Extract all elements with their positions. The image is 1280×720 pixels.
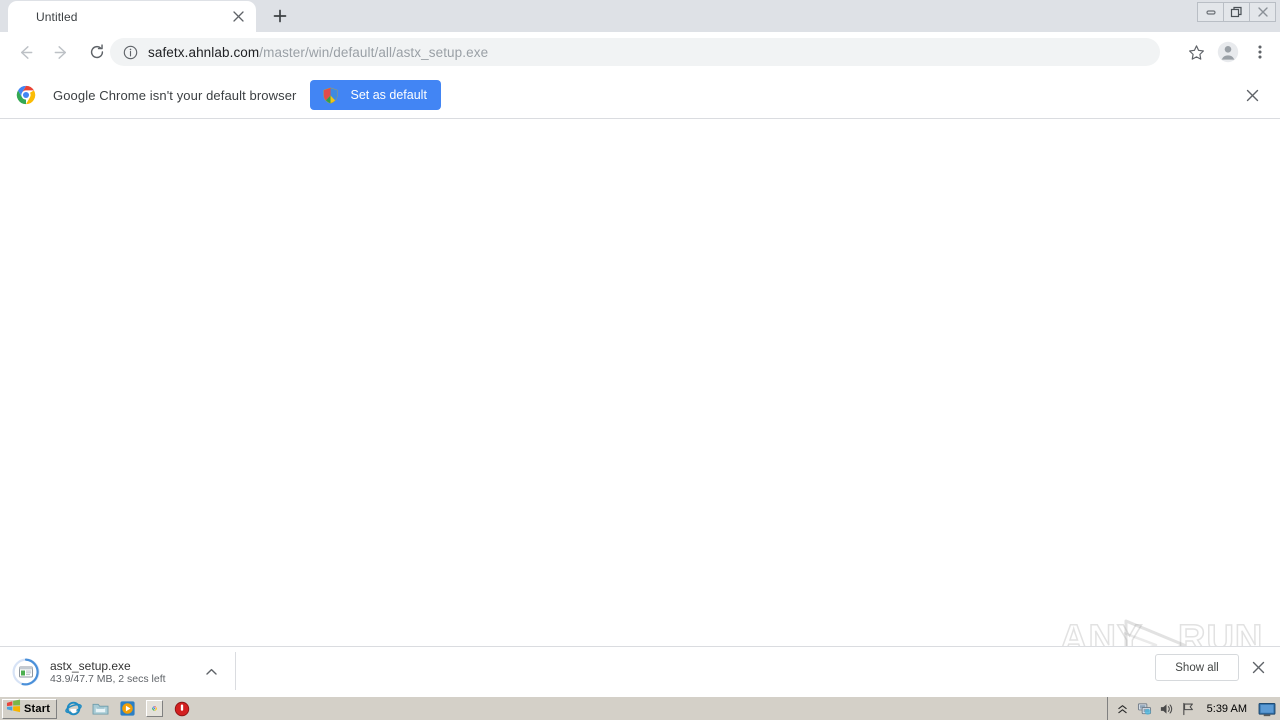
download-item[interactable]: astx_setup.exe 43.9/47.7 MB, 2 secs left: [12, 654, 232, 690]
minimize-button[interactable]: [1197, 2, 1224, 22]
download-meta: astx_setup.exe 43.9/47.7 MB, 2 secs left: [50, 659, 166, 686]
clock[interactable]: 5:39 AM: [1207, 703, 1247, 715]
network-icon[interactable]: [1137, 702, 1152, 717]
start-label: Start: [24, 702, 51, 715]
tab-title: Untitled: [36, 9, 78, 24]
new-tab-button[interactable]: [266, 2, 294, 30]
show-all-downloads-button[interactable]: Show all: [1155, 654, 1239, 681]
chrome-logo-icon: [16, 85, 36, 105]
url-host: safetx.ahnlab.com: [148, 44, 260, 60]
avatar-icon[interactable]: [1214, 38, 1242, 66]
system-tray: 5:39 AM: [1106, 697, 1280, 720]
folder-icon[interactable]: [92, 700, 109, 717]
close-button[interactable]: [1249, 2, 1276, 22]
tray-expand-chevron-icon[interactable]: [1115, 702, 1130, 717]
window-controls: [1197, 1, 1276, 23]
url-text: safetx.ahnlab.com/master/win/default/all…: [148, 45, 488, 60]
infobar-close-icon[interactable]: [1238, 81, 1266, 109]
three-dot-menu-icon[interactable]: [1246, 38, 1274, 66]
exe-file-icon: [12, 658, 40, 686]
media-player-icon[interactable]: [119, 700, 136, 717]
set-as-default-button[interactable]: Set as default: [310, 80, 441, 110]
show-all-label: Show all: [1175, 661, 1219, 674]
red-circle-icon[interactable]: [173, 700, 190, 717]
star-icon[interactable]: [1182, 38, 1210, 66]
start-button[interactable]: Start: [2, 698, 58, 719]
download-separator: [235, 652, 236, 690]
download-shelf-close-icon[interactable]: [1246, 655, 1270, 679]
reload-icon[interactable]: [83, 38, 111, 66]
default-browser-infobar: Google Chrome isn't your default browser…: [0, 72, 1280, 119]
show-desktop-icon[interactable]: [1258, 701, 1276, 717]
restore-button[interactable]: [1223, 2, 1250, 22]
url-path: /master/win/default/all/astx_setup.exe: [259, 44, 489, 60]
address-bar[interactable]: safetx.ahnlab.com/master/win/default/all…: [110, 38, 1160, 66]
tab-close-icon[interactable]: [230, 9, 246, 25]
quick-launch-bar: [65, 700, 190, 717]
ie-icon[interactable]: [65, 700, 82, 717]
download-status: 43.9/47.7 MB, 2 secs left: [50, 672, 166, 685]
download-shelf: astx_setup.exe 43.9/47.7 MB, 2 secs left: [0, 646, 1280, 696]
chevron-up-icon[interactable]: [202, 663, 220, 681]
flag-icon[interactable]: [1181, 702, 1196, 717]
back-arrow-icon[interactable]: [11, 38, 39, 66]
info-circle-icon[interactable]: [122, 44, 138, 60]
set-as-default-label: Set as default: [350, 88, 427, 102]
tab-untitled[interactable]: Untitled: [8, 1, 256, 32]
page-content: [0, 119, 1280, 646]
chrome-icon[interactable]: [146, 700, 164, 717]
infobar-message: Google Chrome isn't your default browser: [53, 87, 297, 103]
volume-icon[interactable]: [1159, 702, 1174, 717]
tab-strip: Untitled: [0, 0, 1280, 32]
browser-window: Untitled safetx.ahnlab.com/master/win/de…: [0, 0, 1280, 720]
download-filename: astx_setup.exe: [50, 658, 131, 673]
shield-icon: [322, 87, 339, 104]
forward-arrow-icon[interactable]: [47, 38, 75, 66]
windows-flag-icon: [6, 699, 21, 718]
windows-taskbar: Start 5:39 AM: [0, 696, 1280, 720]
toolbar-actions: [1182, 38, 1274, 66]
